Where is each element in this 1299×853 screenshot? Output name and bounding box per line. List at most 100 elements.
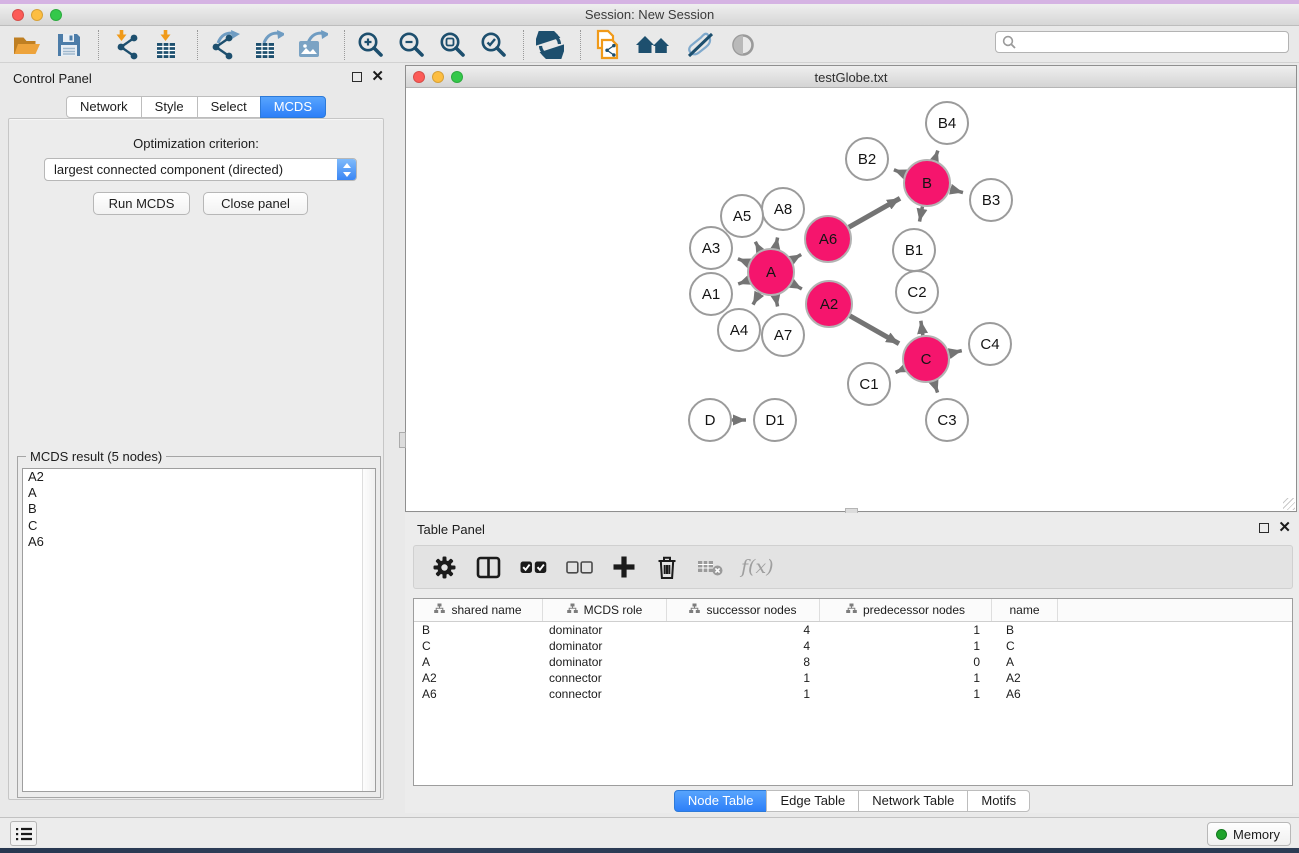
- export-network-icon[interactable]: [210, 30, 240, 60]
- network-canvas[interactable]: B4B2BB3A8A5A6A3B1AC2A1A2A4A7C4CC1C3DD1: [406, 89, 1296, 511]
- graph-edge-A-A4[interactable]: [753, 293, 759, 305]
- refresh-icon[interactable]: [536, 31, 564, 59]
- table-cell[interactable]: 1: [820, 686, 992, 702]
- graph-node-A8[interactable]: A8: [762, 188, 804, 230]
- table-cell[interactable]: dominator: [543, 638, 667, 654]
- table-cell[interactable]: dominator: [543, 622, 667, 638]
- close-panel-icon[interactable]: ✕: [371, 72, 384, 82]
- tab-network-table[interactable]: Network Table: [858, 790, 968, 812]
- table-settings-icon[interactable]: [431, 554, 458, 581]
- tab-select[interactable]: Select: [197, 96, 261, 118]
- graph-node-B3[interactable]: B3: [970, 179, 1012, 221]
- show-graphics-icon[interactable]: [729, 32, 757, 58]
- table-cell[interactable]: A: [414, 654, 543, 670]
- tab-node-table[interactable]: Node Table: [674, 790, 768, 812]
- table-cell[interactable]: 8: [667, 654, 820, 670]
- graph-edge-A2-C[interactable]: [850, 316, 899, 344]
- table-cell[interactable]: 1: [667, 686, 820, 702]
- table-cell[interactable]: 1: [667, 670, 820, 686]
- run-mcds-button[interactable]: Run MCDS: [93, 192, 190, 215]
- graph-node-C[interactable]: C: [903, 336, 949, 382]
- graph-node-B1[interactable]: B1: [893, 229, 935, 271]
- graph-edge-B-B4[interactable]: [935, 151, 938, 161]
- table-cell[interactable]: A: [992, 654, 1058, 670]
- import-table-icon[interactable]: [153, 30, 181, 60]
- search-input[interactable]: [1020, 33, 1288, 51]
- tab-network[interactable]: Network: [66, 96, 142, 118]
- close-panel-button[interactable]: Close panel: [203, 192, 308, 215]
- graph-node-C1[interactable]: C1: [848, 363, 890, 405]
- mcds-result-item[interactable]: A6: [23, 534, 375, 550]
- table-cell[interactable]: 0: [820, 654, 992, 670]
- graph-edge-A-A7[interactable]: [775, 296, 777, 307]
- graph-edge-C-C1[interactable]: [896, 369, 904, 373]
- table-cell[interactable]: 1: [820, 638, 992, 654]
- column-header-name[interactable]: name: [992, 599, 1058, 621]
- select-all-rows-icon[interactable]: [519, 554, 548, 581]
- open-file-icon[interactable]: [12, 32, 42, 58]
- export-image-icon[interactable]: [298, 30, 328, 60]
- tab-edge-table[interactable]: Edge Table: [766, 790, 859, 812]
- column-header-shared-name[interactable]: shared name: [414, 599, 543, 621]
- graph-node-A4[interactable]: A4: [718, 309, 760, 351]
- graph-node-D1[interactable]: D1: [754, 399, 796, 441]
- graph-edge-A-A2[interactable]: [792, 284, 802, 289]
- table-cell[interactable]: B: [992, 622, 1058, 638]
- float-panel-icon[interactable]: [352, 72, 362, 82]
- tab-mcds[interactable]: MCDS: [260, 96, 326, 118]
- search-box[interactable]: [995, 31, 1289, 53]
- task-history-button[interactable]: [10, 821, 37, 846]
- table-cell[interactable]: A6: [414, 686, 543, 702]
- criterion-select[interactable]: largest connected component (directed): [44, 158, 357, 181]
- clone-network-icon[interactable]: [593, 29, 621, 60]
- float-table-panel-icon[interactable]: [1259, 523, 1269, 533]
- scrollbar-track[interactable]: [362, 469, 375, 791]
- table-cell[interactable]: connector: [543, 670, 667, 686]
- table-cell[interactable]: A6: [992, 686, 1058, 702]
- graph-node-C2[interactable]: C2: [896, 271, 938, 313]
- split-view-icon[interactable]: [475, 554, 502, 581]
- table-cell[interactable]: connector: [543, 686, 667, 702]
- table-cell[interactable]: B: [414, 622, 543, 638]
- delete-table-icon[interactable]: [697, 555, 724, 579]
- graph-node-B4[interactable]: B4: [926, 102, 968, 144]
- graph-edge-C-C2[interactable]: [921, 321, 923, 335]
- function-builder-icon[interactable]: f(x): [741, 556, 774, 578]
- table-row[interactable]: Bdominator41B: [414, 622, 1292, 638]
- graph-edge-A-A6[interactable]: [792, 255, 801, 260]
- graph-node-B[interactable]: B: [904, 160, 950, 206]
- add-column-icon[interactable]: [611, 554, 637, 580]
- graph-node-A6[interactable]: A6: [805, 216, 851, 262]
- delete-column-icon[interactable]: [654, 554, 680, 581]
- graph-node-A3[interactable]: A3: [690, 227, 732, 269]
- mcds-result-item[interactable]: A: [23, 485, 375, 501]
- graph-edge-A-A8[interactable]: [775, 237, 777, 248]
- zoom-fit-icon[interactable]: [439, 31, 466, 58]
- graph-node-A2[interactable]: A2: [806, 281, 852, 327]
- table-row[interactable]: A2connector11A2: [414, 670, 1292, 686]
- graph-edge-A-A5[interactable]: [755, 242, 760, 251]
- table-cell[interactable]: 1: [820, 670, 992, 686]
- table-cell[interactable]: A2: [992, 670, 1058, 686]
- resize-corner[interactable]: [1283, 498, 1295, 510]
- deselect-all-rows-icon[interactable]: [565, 554, 594, 581]
- graph-edge-B-B3[interactable]: [950, 189, 963, 192]
- vertical-splitter-grip[interactable]: [399, 432, 406, 448]
- first-neighbors-icon[interactable]: [635, 32, 671, 58]
- close-table-panel-icon[interactable]: ✕: [1278, 523, 1291, 533]
- zoom-out-icon[interactable]: [398, 31, 425, 58]
- table-row[interactable]: Adominator80A: [414, 654, 1292, 670]
- graph-node-A7[interactable]: A7: [762, 314, 804, 356]
- graph-node-D[interactable]: D: [689, 399, 731, 441]
- mcds-result-item[interactable]: A2: [23, 469, 375, 485]
- table-cell[interactable]: C: [414, 638, 543, 654]
- table-cell[interactable]: 1: [820, 622, 992, 638]
- tab-motifs[interactable]: Motifs: [967, 790, 1030, 812]
- table-row[interactable]: Cdominator41C: [414, 638, 1292, 654]
- graph-edge-A-A1[interactable]: [738, 280, 748, 284]
- save-session-icon[interactable]: [56, 32, 82, 58]
- zoom-in-icon[interactable]: [357, 31, 384, 58]
- graph-node-A1[interactable]: A1: [690, 273, 732, 315]
- graph-edge-B-B1[interactable]: [920, 207, 923, 222]
- table-cell[interactable]: dominator: [543, 654, 667, 670]
